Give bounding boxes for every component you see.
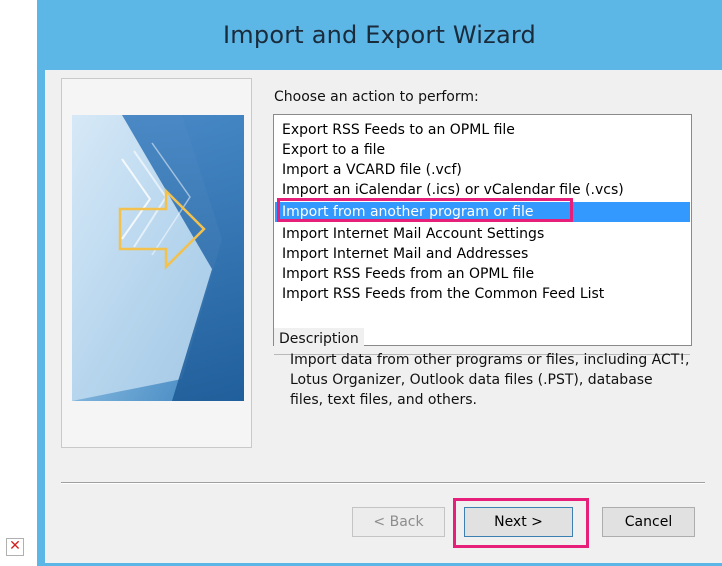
wizard-illustration (62, 79, 251, 447)
list-item-import-mail-addresses[interactable]: Import Internet Mail and Addresses (275, 244, 690, 264)
list-item-import-vcard[interactable]: Import a VCARD file (.vcf) (275, 160, 690, 180)
broken-image-icon: ✕ (6, 538, 24, 556)
list-item-import-rss-opml[interactable]: Import RSS Feeds from an OPML file (275, 264, 690, 284)
list-item-export-to-file[interactable]: Export to a file (275, 140, 690, 160)
next-button[interactable]: Next > (464, 507, 573, 537)
cancel-button[interactable]: Cancel (602, 507, 695, 537)
list-item-import-icalendar[interactable]: Import an iCalendar (.ics) or vCalendar … (275, 180, 690, 200)
wizard-art-panel (61, 78, 252, 448)
wizard-body: Choose an action to perform: Export RSS … (45, 70, 722, 563)
wizard-window: Import and Export Wizard Choose an actio… (37, 0, 722, 566)
description-text: Import data from other programs or files… (290, 352, 690, 408)
list-item-import-from-program[interactable]: Import from another program or file (275, 202, 690, 222)
prompt-label: Choose an action to perform: (274, 89, 479, 105)
list-item-export-rss-opml[interactable]: Export RSS Feeds to an OPML file (275, 120, 690, 140)
list-item-import-mail-account-settings[interactable]: Import Internet Mail Account Settings (275, 224, 690, 244)
title-bar: Import and Export Wizard (37, 0, 722, 70)
button-separator (61, 482, 705, 484)
window-title: Import and Export Wizard (223, 21, 536, 49)
description-legend: Description (274, 328, 364, 350)
list-item-import-rss-common-feed[interactable]: Import RSS Feeds from the Common Feed Li… (275, 284, 690, 304)
back-button[interactable]: < Back (352, 507, 445, 537)
action-listbox[interactable]: Export RSS Feeds to an OPML file Export … (273, 114, 692, 346)
